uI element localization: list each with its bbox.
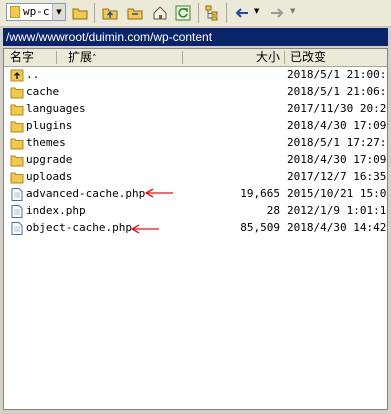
home-icon[interactable] [151,4,169,22]
file-modified: 2018/4/30 17:09:1 [287,153,387,166]
up-dir-icon [10,69,24,82]
file-row[interactable]: advanced-cache.php 19,665 2015/10/21 15:01 [4,186,387,203]
folder-icon [10,172,24,184]
chevron-down-icon[interactable]: ▼ [52,4,65,20]
file-name: cache [26,85,60,98]
file-name: languages [26,102,86,115]
file-modified: 2018/5/1 21:00:18 [287,68,387,81]
folder-icon [10,6,20,18]
file-name: advanced-cache.php [26,187,146,200]
file-row[interactable]: object-cache.php 85,509 2018/4/30 14:42:3 [4,220,387,237]
drive-select-label: wp-c [23,5,50,18]
parent-folder-icon[interactable] [101,4,119,22]
refresh-icon[interactable] [174,4,192,22]
file-modified: 2017/12/7 16:35:0 [287,170,387,183]
sort-ascending-icon: ˄ [92,54,97,64]
column-name-header[interactable]: 名字 [10,49,34,66]
drive-select[interactable]: wp-c ▼ [6,3,66,21]
back-dropdown-icon[interactable]: ▼ [254,7,259,15]
folder-row[interactable]: upgrade 2018/4/30 17:09:1 [4,152,387,169]
file-name: upgrade [26,153,73,166]
file-icon [11,205,23,218]
folder-icon [10,155,24,167]
file-name: object-cache.php [26,221,132,234]
toolbar-separator [198,3,199,23]
file-name: .. [26,68,40,81]
root-folder-icon[interactable] [126,4,144,22]
column-divider [284,51,285,64]
file-list[interactable]: 名字 扩展˄ 大小 已改变 .. 2018/5/1 21:00:18 cache 20… [3,48,388,410]
file-modified: 2012/1/9 1:01:11 [287,204,387,217]
back-arrow-icon[interactable] [233,4,251,22]
forward-arrow-icon[interactable] [268,4,286,22]
file-name: index.php [26,204,86,217]
column-ext-label: 扩展 [68,50,93,64]
file-size: 19,665 [240,187,280,200]
column-divider [56,51,57,64]
file-size: 85,509 [240,221,280,234]
column-divider [182,51,183,64]
open-folder-icon[interactable] [71,4,89,22]
toolbar-separator [94,3,95,23]
red-arrow-annotation [144,188,173,198]
folder-row[interactable]: languages 2017/11/30 20:20 [4,101,387,118]
toolbar: wp-c ▼ ▼ ▼ [0,0,391,27]
folder-icon [10,104,24,116]
file-size: 28 [266,204,280,217]
file-name: plugins [26,119,73,132]
parent-dir-row[interactable]: .. 2018/5/1 21:00:18 [4,67,387,84]
folder-row[interactable]: plugins 2018/4/30 17:09:3 [4,118,387,135]
folder-icon [10,87,24,99]
folder-row[interactable]: cache 2018/5/1 21:06:11 [4,84,387,101]
file-modified: 2018/4/30 14:42:3 [287,221,387,234]
file-modified: 2018/4/30 17:09:3 [287,119,387,132]
folder-row[interactable]: uploads 2017/12/7 16:35:0 [4,169,387,186]
file-modified: 2018/5/1 17:27:4 [287,136,387,149]
file-modified: 2017/11/30 20:20 [287,102,387,115]
red-arrow-annotation [130,224,159,234]
folder-icon [10,121,24,133]
file-name: uploads [26,170,73,183]
file-icon [11,188,23,201]
tree-view-icon[interactable] [203,4,221,22]
column-modified-header[interactable]: 已改变 [290,49,326,66]
list-header: 名字 扩展˄ 大小 已改变 [4,49,387,67]
file-modified: 2018/5/1 21:06:11 [287,85,387,98]
folder-icon [10,138,24,150]
forward-dropdown-icon[interactable]: ▼ [290,7,295,15]
folder-row[interactable]: themes 2018/5/1 17:27:4 [4,135,387,152]
file-row[interactable]: index.php 28 2012/1/9 1:01:11 [4,203,387,220]
column-size-header[interactable]: 大小 [256,49,280,66]
column-ext-header[interactable]: 扩展˄ [68,49,97,66]
file-name: themes [26,136,66,149]
current-path[interactable]: /www/wwwroot/duimin.com/wp-content [3,28,388,46]
toolbar-separator [226,3,227,23]
file-modified: 2015/10/21 15:01 [287,187,387,200]
file-icon [11,222,23,235]
